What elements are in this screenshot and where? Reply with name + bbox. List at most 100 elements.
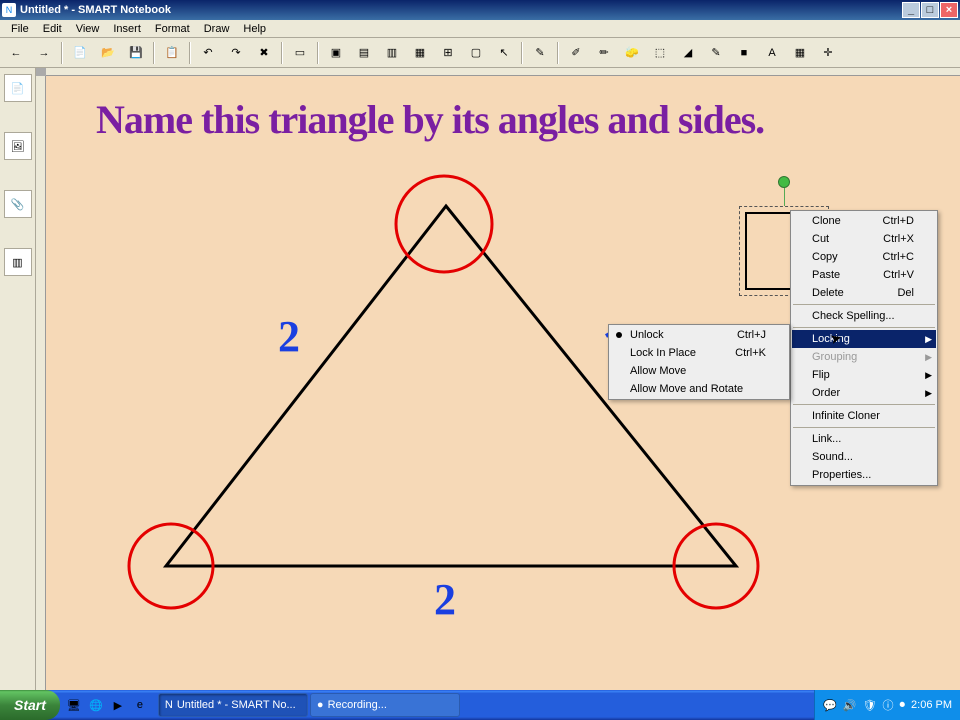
menu-file[interactable]: File: [4, 22, 36, 36]
lock-label: Unlock: [630, 329, 707, 341]
toolbar-separator: [557, 42, 559, 64]
task-recording-[interactable]: ●Recording...: [310, 693, 460, 717]
lock-lock-in-place[interactable]: Lock In PlaceCtrl+K: [610, 344, 788, 362]
lock-allow-move-and-rotate[interactable]: Allow Move and Rotate: [610, 380, 788, 398]
tray-icon[interactable]: 🛡: [863, 699, 877, 712]
menu-help[interactable]: Help: [236, 22, 273, 36]
task-untitled-smart-no-[interactable]: NUntitled * - SMART No...: [158, 693, 308, 717]
menu-bar: FileEditViewInsertFormatDrawHelp: [0, 20, 960, 38]
ctx-label: Flip: [812, 369, 914, 381]
toolbar-button-14[interactable]: ⊞: [435, 40, 461, 66]
toolbar-button-12[interactable]: ▥: [379, 40, 405, 66]
toolbar-button-7[interactable]: ↷: [223, 40, 249, 66]
toolbar-button-3[interactable]: 📂: [95, 40, 121, 66]
toolbar-button-8[interactable]: ✖: [251, 40, 277, 66]
start-button[interactable]: Start: [0, 690, 60, 720]
ctx-sound-[interactable]: Sound...: [792, 448, 936, 466]
ctx-label: Grouping: [812, 351, 914, 363]
tray-icon[interactable]: 💬: [823, 699, 837, 712]
sidepanel-button-3[interactable]: ▥: [4, 248, 32, 276]
toolbar-button-22[interactable]: ◢: [675, 40, 701, 66]
task-label: Untitled * - SMART No...: [177, 699, 296, 711]
close-button[interactable]: ×: [940, 2, 958, 18]
ql-browser-icon[interactable]: 🌐: [86, 694, 106, 716]
toolbar-button-17[interactable]: ✎: [527, 40, 553, 66]
ql-desktop-icon[interactable]: 🖥: [64, 694, 84, 716]
toolbar-separator: [317, 42, 319, 64]
title-bar: N Untitled * - SMART Notebook _ □ ×: [0, 0, 960, 20]
sidepanel-button-0[interactable]: 📄: [4, 74, 32, 102]
toolbar-button-26[interactable]: ▦: [787, 40, 813, 66]
ctx-label: Paste: [812, 269, 853, 281]
ctx-cut[interactable]: Cut Ctrl+X: [792, 230, 936, 248]
menu-view[interactable]: View: [69, 22, 107, 36]
toolbar-button-13[interactable]: ▦: [407, 40, 433, 66]
toolbar-button-27[interactable]: ✛: [815, 40, 841, 66]
toolbar-button-20[interactable]: 🧽: [619, 40, 645, 66]
ctx-label: Clone: [812, 215, 853, 227]
ruler-left: [36, 76, 46, 690]
app-icon: N: [2, 3, 16, 17]
toolbar-button-9[interactable]: ▭: [287, 40, 313, 66]
ctx-label: Infinite Cloner: [812, 410, 914, 422]
vertex-top-circle: [396, 176, 492, 272]
toolbar-button-2[interactable]: 📄: [67, 40, 93, 66]
tray-icon[interactable]: 🔊: [843, 699, 857, 712]
locking-submenu[interactable]: UnlockCtrl+JLock In PlaceCtrl+KAllow Mov…: [608, 324, 790, 400]
toolbar-button-24[interactable]: ■: [731, 40, 757, 66]
ctx-check-spelling-[interactable]: Check Spelling...: [792, 307, 936, 325]
side-label-bottom: 2: [434, 574, 456, 625]
ctx-delete[interactable]: DeleteDel: [792, 284, 936, 302]
menu-draw[interactable]: Draw: [197, 22, 237, 36]
ctx-label: Link...: [812, 433, 914, 445]
sidepanel-button-2[interactable]: 📎: [4, 190, 32, 218]
toolbar-button-15[interactable]: ▢: [463, 40, 489, 66]
menu-format[interactable]: Format: [148, 22, 197, 36]
menu-insert[interactable]: Insert: [106, 22, 148, 36]
toolbar-button-4[interactable]: 💾: [123, 40, 149, 66]
context-menu[interactable]: CloneCtrl+D Cut Ctrl+X CopyCtrl+CPasteCtrl+…: [790, 210, 938, 486]
toolbar-button-11[interactable]: ▤: [351, 40, 377, 66]
ctx-grouping: Grouping ▶: [792, 348, 936, 366]
toolbar-button-10[interactable]: ▣: [323, 40, 349, 66]
tray-icon[interactable]: ⓘ: [883, 697, 894, 713]
ctx-link-[interactable]: Link...: [792, 430, 936, 448]
tray-icon[interactable]: ⏺: [900, 699, 906, 712]
submenu-arrow-icon: ▶: [925, 334, 932, 345]
ctx-label: Cut: [812, 233, 853, 245]
toolbar-button-25[interactable]: A: [759, 40, 785, 66]
lock-unlock[interactable]: UnlockCtrl+J: [610, 326, 788, 344]
toolbar-button-23[interactable]: ✎: [703, 40, 729, 66]
ctx-flip[interactable]: Flip▶: [792, 366, 936, 384]
ctx-properties-[interactable]: Properties...: [792, 466, 936, 484]
restore-button[interactable]: □: [921, 2, 939, 18]
menu-separator: [793, 404, 935, 405]
toolbar-button-5[interactable]: 📋: [159, 40, 185, 66]
menu-edit[interactable]: Edit: [36, 22, 69, 36]
ctx-order[interactable]: Order▶: [792, 384, 936, 402]
toolbar-button-19[interactable]: ✏: [591, 40, 617, 66]
toolbar-button-1[interactable]: →: [31, 40, 57, 66]
lock-allow-move[interactable]: Allow Move: [610, 362, 788, 380]
system-tray[interactable]: 💬 🔊 🛡 ⓘ ⏺ 2:06 PM: [814, 690, 960, 720]
ctx-shortcut: Ctrl+X: [883, 233, 914, 245]
minimize-button[interactable]: _: [902, 2, 920, 18]
clock[interactable]: 2:06 PM: [911, 699, 952, 711]
ctx-copy[interactable]: CopyCtrl+C: [792, 248, 936, 266]
ctx-clone[interactable]: CloneCtrl+D: [792, 212, 936, 230]
ql-media-icon[interactable]: ▶: [108, 694, 128, 716]
ctx-label: Copy: [812, 251, 853, 263]
sidepanel-button-1[interactable]: 🖼: [4, 132, 32, 160]
ctx-locking[interactable]: Locking▶: [792, 330, 936, 348]
toolbar-button-0[interactable]: ←: [3, 40, 29, 66]
ctx-paste[interactable]: PasteCtrl+V: [792, 266, 936, 284]
rotate-handle[interactable]: [778, 176, 790, 188]
toolbar-button-16[interactable]: ↖: [491, 40, 517, 66]
lock-shortcut: Ctrl+K: [735, 347, 766, 359]
toolbar-button-6[interactable]: ↶: [195, 40, 221, 66]
toolbar-button-21[interactable]: ⬚: [647, 40, 673, 66]
toolbar-button-18[interactable]: ✐: [563, 40, 589, 66]
ql-ie-icon[interactable]: e: [130, 694, 150, 716]
submenu-arrow-icon: ▶: [925, 352, 932, 363]
ctx-infinite-cloner[interactable]: Infinite Cloner: [792, 407, 936, 425]
